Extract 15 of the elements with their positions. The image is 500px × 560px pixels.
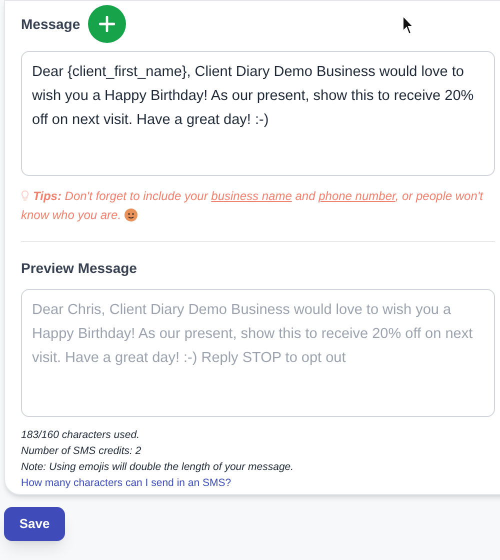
smiley-icon	[124, 208, 138, 222]
info-text: Number of SMS credits: 2	[21, 444, 142, 459]
help-link[interactable]: How many characters can I send in an SMS?	[21, 475, 232, 491]
info-text: Note: Using emojis will double the length of your message.	[21, 460, 294, 475]
message-field[interactable]: Dear {client_first_name}, Client Diary Demo Business would love to wish you a Happy Birthday! As our present, show this to receive 20% off on next visit. Have a great day! :-)	[21, 51, 495, 176]
preview-field[interactable]: Dear Chris, Client Diary Demo Business would love to wish you a Happy Birthday! As our present, show this to receive 20% off on next visit. Have a great day! :-) Reply STOP to opt out	[21, 289, 495, 417]
tips-text: Tips: Don't forget to include your business name and phone number, or people won't know who you are.	[21, 188, 484, 224]
lightbulb-icon	[21, 190, 29, 202]
cursor-icon	[402, 15, 414, 35]
field-label: Preview Message	[21, 259, 138, 278]
save-button[interactable]: Save	[4, 507, 65, 541]
add-button[interactable]	[88, 5, 126, 43]
info-text: 183/160 characters used.	[21, 428, 140, 443]
plus-icon	[99, 16, 116, 32]
field-label: Message	[21, 14, 80, 34]
